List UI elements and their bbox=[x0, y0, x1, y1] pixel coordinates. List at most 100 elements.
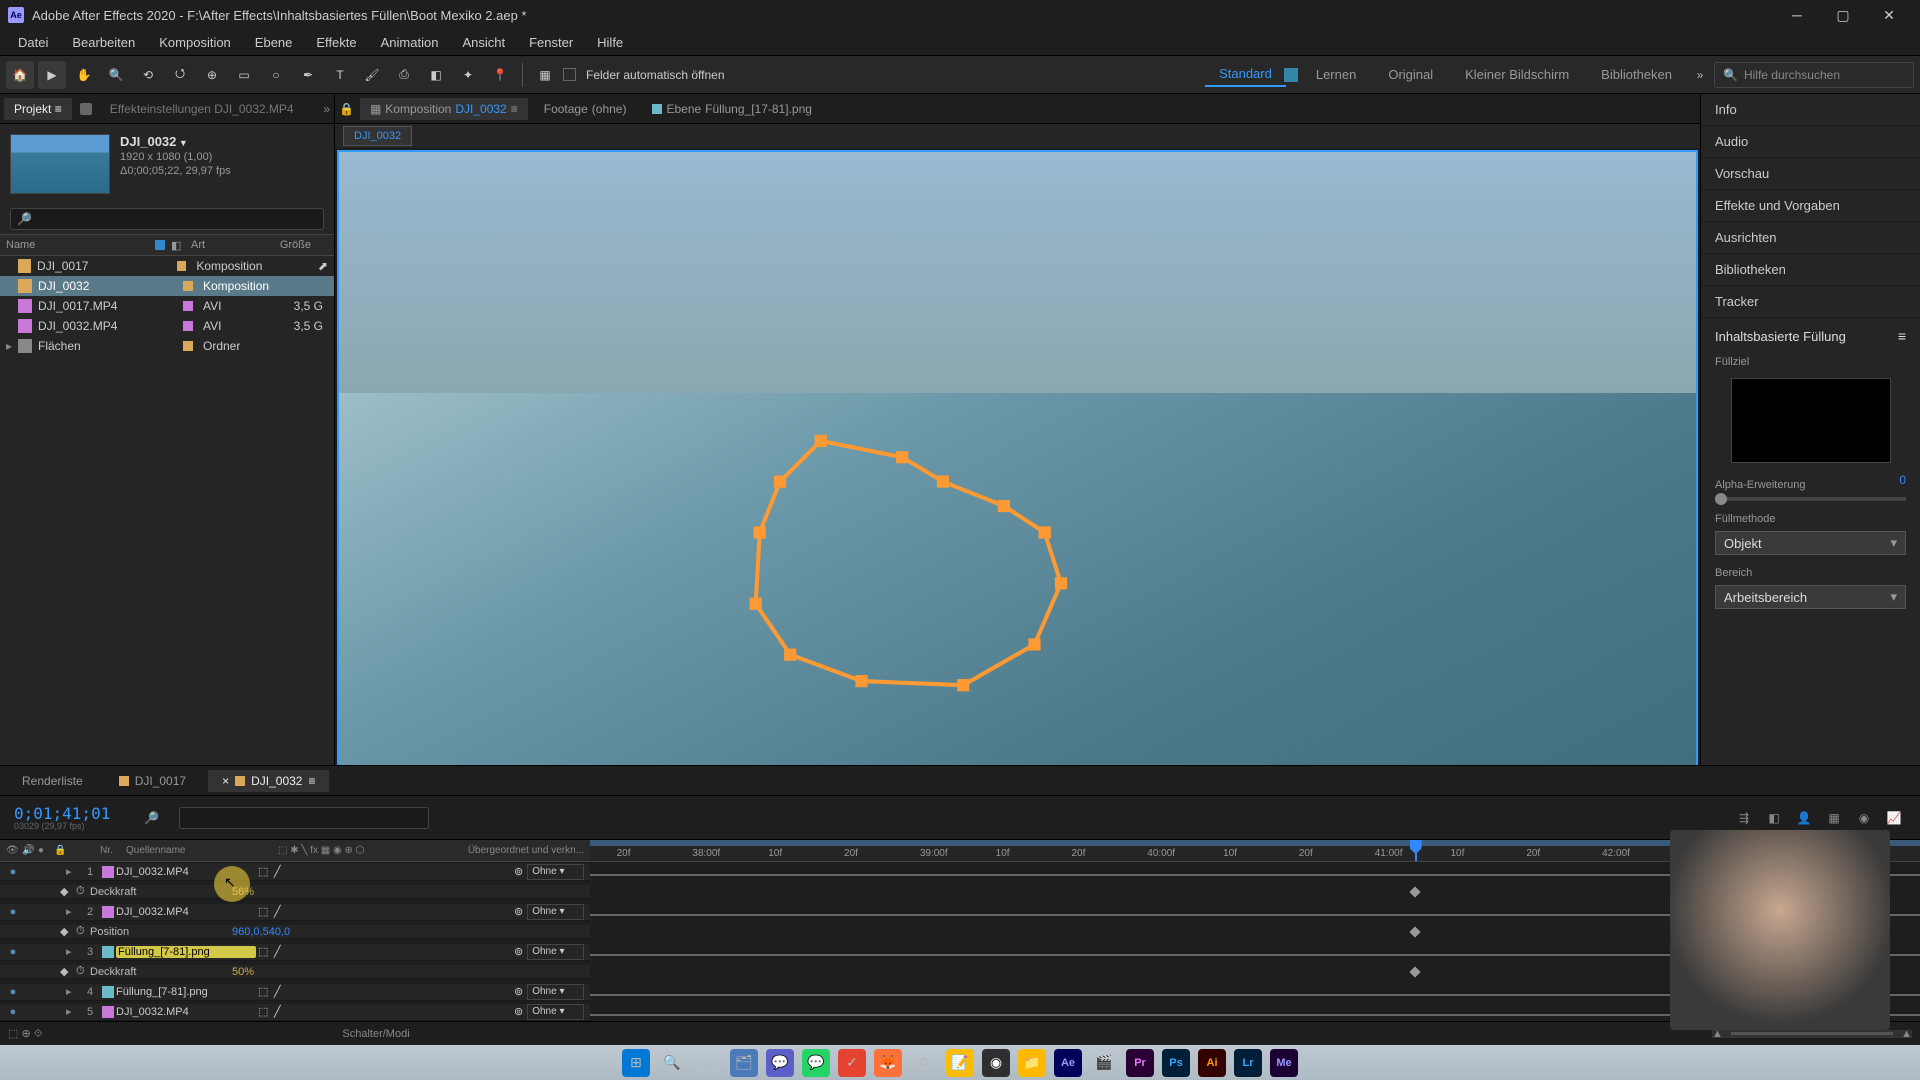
graph-editor-icon[interactable]: 📈 bbox=[1882, 806, 1906, 830]
menu-effekte[interactable]: Effekte bbox=[304, 35, 368, 50]
tab-dji0032[interactable]: ×DJI_0032 ≡ bbox=[208, 770, 329, 792]
mask-path[interactable] bbox=[719, 410, 1126, 736]
rect-tool[interactable]: ▭ bbox=[230, 61, 258, 89]
zoom-tool[interactable]: 🔍 bbox=[102, 61, 130, 89]
current-time-indicator[interactable] bbox=[1415, 840, 1417, 861]
footage-viewer-tab[interactable]: Footage (ohne) bbox=[534, 98, 637, 120]
menu-komposition[interactable]: Komposition bbox=[147, 35, 243, 50]
project-tab[interactable]: Projekt ≡ bbox=[4, 98, 72, 120]
project-item[interactable]: DJI_0017.MP4AVI3,5 G bbox=[0, 296, 334, 316]
effect-tab-icon[interactable] bbox=[80, 103, 92, 115]
menu-hilfe[interactable]: Hilfe bbox=[585, 35, 635, 50]
taskbar-files[interactable]: 📁 bbox=[1018, 1049, 1046, 1077]
breadcrumb-comp[interactable]: DJI_0032 bbox=[343, 126, 412, 146]
brush-tool[interactable]: 🖌 bbox=[358, 61, 386, 89]
workspace-standard[interactable]: Standard bbox=[1205, 62, 1286, 87]
col-name[interactable]: Name bbox=[6, 239, 171, 251]
project-item[interactable]: ▸FlächenOrdner bbox=[0, 336, 334, 356]
puppet-tool[interactable]: 📍 bbox=[486, 61, 514, 89]
stamp-tool[interactable]: ⎙ bbox=[390, 61, 418, 89]
taskbar-app1[interactable]: ⚙ bbox=[910, 1049, 938, 1077]
taskbar-ai[interactable]: Ai bbox=[1198, 1049, 1226, 1077]
workspace-lernen[interactable]: Lernen bbox=[1302, 63, 1370, 86]
taskbar-whatsapp[interactable]: 💬 bbox=[802, 1049, 830, 1077]
taskbar-teams[interactable]: 💬 bbox=[766, 1049, 794, 1077]
taskbar-pr[interactable]: Pr bbox=[1126, 1049, 1154, 1077]
alpha-slider[interactable] bbox=[1715, 497, 1906, 501]
layer-row[interactable]: ●▸2DJI_0032.MP4⬚╱⊚Ohne ▾ bbox=[0, 902, 1920, 922]
timeline-search[interactable] bbox=[179, 807, 429, 829]
panel-menu-icon[interactable]: ≡ bbox=[1898, 328, 1906, 344]
snap-icon[interactable]: ▦ bbox=[531, 61, 559, 89]
menu-bearbeiten[interactable]: Bearbeiten bbox=[60, 35, 147, 50]
col-art[interactable]: Art bbox=[191, 239, 261, 251]
menu-animation[interactable]: Animation bbox=[369, 35, 451, 50]
tab-dji0017[interactable]: DJI_0017 bbox=[105, 770, 200, 792]
comp-viewer-tab[interactable]: ▦ Komposition DJI_0032 ≡ bbox=[360, 98, 528, 120]
panel-overflow-icon[interactable]: » bbox=[323, 102, 330, 116]
minimize-button[interactable]: ─ bbox=[1774, 0, 1820, 30]
taskbar-obs[interactable]: ◉ bbox=[982, 1049, 1010, 1077]
taskbar-firefox[interactable]: 🦊 bbox=[874, 1049, 902, 1077]
timeline-search-icon[interactable]: 🔎 bbox=[144, 811, 159, 825]
layer-viewer-tab[interactable]: Ebene Füllung_[17-81].png bbox=[642, 98, 821, 120]
panel-ausrichten[interactable]: Ausrichten bbox=[1701, 222, 1920, 254]
draft3d-icon[interactable]: ◧ bbox=[1762, 806, 1786, 830]
anchor-tool[interactable]: ⊕ bbox=[198, 61, 226, 89]
layer-property-row[interactable]: ◆⏱Deckkraft56% bbox=[0, 882, 1920, 902]
auto-open-checkbox[interactable] bbox=[563, 68, 576, 81]
help-search[interactable]: 🔍 Hilfe durchsuchen bbox=[1714, 62, 1914, 88]
roto-tool[interactable]: ✦ bbox=[454, 61, 482, 89]
taskbar-todoist[interactable]: ✓ bbox=[838, 1049, 866, 1077]
menu-fenster[interactable]: Fenster bbox=[517, 35, 585, 50]
workspace-menu-icon[interactable] bbox=[1284, 68, 1298, 82]
tab-renderliste[interactable]: Renderliste bbox=[8, 770, 97, 792]
taskbar-tasks[interactable]: ▭ bbox=[694, 1049, 722, 1077]
taskbar-explorer[interactable]: 🗂 bbox=[730, 1049, 758, 1077]
maximize-button[interactable]: ▢ bbox=[1820, 0, 1866, 30]
layer-property-row[interactable]: ◆⏱Deckkraft50% bbox=[0, 962, 1920, 982]
toggle-switches-icon[interactable]: ⬚ ⊕ ⟐ bbox=[8, 1027, 42, 1041]
panel-tracker[interactable]: Tracker bbox=[1701, 286, 1920, 318]
panel-bibliotheken[interactable]: Bibliotheken bbox=[1701, 254, 1920, 286]
taskbar-lr[interactable]: Lr bbox=[1234, 1049, 1262, 1077]
ellipse-tool[interactable]: ○ bbox=[262, 61, 290, 89]
project-item[interactable]: DJI_0017Komposition⬈ bbox=[0, 256, 334, 276]
rotate-tool[interactable]: ⭯ bbox=[166, 61, 194, 89]
layer-property-row[interactable]: ◆⏱Position960,0,540,0 bbox=[0, 922, 1920, 942]
workspace-original[interactable]: Original bbox=[1374, 63, 1447, 86]
comp-mini-flowchart-icon[interactable]: ⇶ bbox=[1732, 806, 1756, 830]
taskbar-notes[interactable]: 📝 bbox=[946, 1049, 974, 1077]
close-button[interactable]: ✕ bbox=[1866, 0, 1912, 30]
panel-info[interactable]: Info bbox=[1701, 94, 1920, 126]
panel-audio[interactable]: Audio bbox=[1701, 126, 1920, 158]
start-button[interactable]: ⊞ bbox=[622, 1049, 650, 1077]
taskbar-ps[interactable]: Ps bbox=[1162, 1049, 1190, 1077]
taskbar-clip[interactable]: 🎬 bbox=[1090, 1049, 1118, 1077]
col-size[interactable]: Größe bbox=[261, 239, 311, 251]
comp-name[interactable]: DJI_0032 bbox=[120, 134, 231, 149]
switch-mode-toggle[interactable]: Schalter/Modi bbox=[342, 1028, 409, 1040]
taskbar-search[interactable]: 🔍 bbox=[658, 1049, 686, 1077]
workspace-bibliotheken[interactable]: Bibliotheken bbox=[1587, 63, 1686, 86]
lock-icon[interactable]: 🔒 bbox=[339, 102, 354, 116]
layer-row[interactable]: ●▸3Füllung_[7-81].png⬚╱⊚Ohne ▾ bbox=[0, 942, 1920, 962]
method-dropdown[interactable]: Objekt bbox=[1715, 531, 1906, 555]
layer-row[interactable]: ●▸1DJI_0032.MP4⬚╱⊚Ohne ▾ bbox=[0, 862, 1920, 882]
taskbar-ae[interactable]: Ae bbox=[1054, 1049, 1082, 1077]
project-item[interactable]: DJI_0032Komposition bbox=[0, 276, 334, 296]
project-item[interactable]: DJI_0032.MP4AVI3,5 G bbox=[0, 316, 334, 336]
layer-row[interactable]: ●▸4Füllung_[7-81].png⬚╱⊚Ohne ▾ bbox=[0, 982, 1920, 1002]
motion-blur-icon[interactable]: ◉ bbox=[1852, 806, 1876, 830]
orbit-tool[interactable]: ⟲ bbox=[134, 61, 162, 89]
frame-blend-icon[interactable]: ▦ bbox=[1822, 806, 1846, 830]
selection-tool[interactable]: ▶ bbox=[38, 61, 66, 89]
comp-thumbnail[interactable] bbox=[10, 134, 110, 194]
panel-effekte[interactable]: Effekte und Vorgaben bbox=[1701, 190, 1920, 222]
layer-row[interactable]: ●▸5DJI_0032.MP4⬚╱⊚Ohne ▾ bbox=[0, 1002, 1920, 1021]
alpha-value[interactable]: 0 bbox=[1899, 473, 1906, 491]
pen-tool[interactable]: ✒ bbox=[294, 61, 322, 89]
menu-ebene[interactable]: Ebene bbox=[243, 35, 305, 50]
text-tool[interactable]: T bbox=[326, 61, 354, 89]
panel-vorschau[interactable]: Vorschau bbox=[1701, 158, 1920, 190]
